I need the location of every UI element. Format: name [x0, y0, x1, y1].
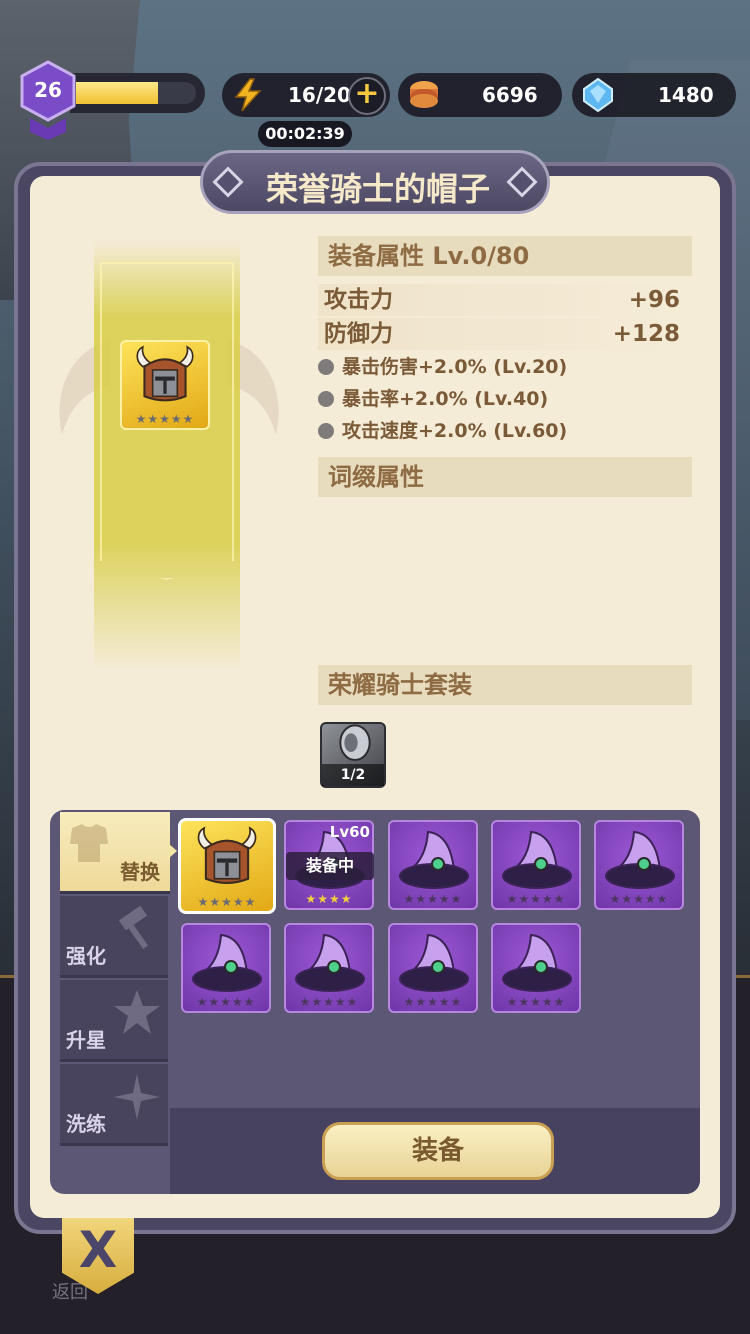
bonus-text: 暴击率+2.0% (Lv.40): [342, 388, 549, 410]
equip-attributes-header: 装备属性 Lv.0/80: [318, 236, 692, 276]
wizard-hat-icon: [295, 933, 365, 992]
inventory-slot-equipped[interactable]: Lv60 装备中 ★★★★: [284, 820, 374, 910]
side-tab-bar: 替换 强化 升星 洗练: [60, 812, 170, 1182]
star-icon: [114, 990, 160, 1034]
equipped-level: Lv60: [329, 823, 370, 841]
bonus-row: 暴击率+2.0% (Lv.40): [318, 384, 548, 414]
stat-label: 防御力: [324, 321, 393, 347]
energy-timer: 00:02:39: [258, 121, 352, 147]
gold-value: 6696: [482, 83, 538, 107]
tab-replace[interactable]: 替换: [60, 812, 170, 894]
item-star-rating: ★★★★★: [135, 412, 195, 426]
slot-star-rating: ★★★★★: [403, 892, 463, 906]
tab-label: 洗练: [66, 1112, 106, 1136]
stat-value: +96: [628, 287, 680, 313]
wizard-hat-icon: [502, 933, 572, 992]
tab-label: 替换: [120, 860, 160, 884]
bonus-text: 攻击速度+2.0% (Lv.60): [342, 420, 568, 442]
bonus-text: 暴击伤害+2.0% (Lv.20): [342, 356, 568, 378]
stat-row-attack: 攻击力 +96: [318, 284, 686, 316]
top-bar: 26 16/20 + 00:02:39 6696 1480: [0, 0, 750, 150]
add-energy-button[interactable]: +: [348, 77, 386, 115]
affix-attributes-header: 词缀属性: [318, 457, 692, 497]
wizard-hat-icon: [399, 830, 469, 889]
player-level: 26: [34, 78, 62, 102]
slot-star-rating: ★★★★★: [299, 995, 359, 1009]
wizard-hat-icon: [399, 933, 469, 992]
inventory-slot[interactable]: ★★★★★: [284, 923, 374, 1013]
close-icon: X: [78, 1221, 118, 1279]
inventory-slot[interactable]: ★★★★★: [388, 820, 478, 910]
sparkle-icon: [114, 1074, 160, 1120]
bullet-icon: [318, 391, 334, 407]
set-piece-count: 1/2: [322, 764, 384, 786]
wizard-hat-icon: [502, 830, 572, 889]
equipped-badge: 装备中: [286, 852, 374, 880]
energy-value: 16/20: [288, 83, 351, 107]
tab-reforge[interactable]: 洗练: [60, 1064, 168, 1146]
tab-star-up[interactable]: 升星: [60, 980, 168, 1062]
active-tab-indicator: [168, 843, 177, 859]
stat-value: +128: [612, 321, 680, 347]
lightning-icon: [234, 78, 262, 112]
xp-fill: [76, 82, 158, 104]
bonus-row: 暴击伤害+2.0% (Lv.20): [318, 352, 567, 382]
inventory-slot[interactable]: ★★★★★: [491, 820, 581, 910]
item-name: 荣誉骑士的帽子: [265, 170, 490, 208]
bonus-row: 攻击速度+2.0% (Lv.60): [318, 416, 567, 446]
inventory-slot[interactable]: ★★★★★: [491, 923, 581, 1013]
gem-counter: 1480: [572, 73, 736, 117]
set-piece-icon[interactable]: 1/2: [320, 722, 386, 788]
selected-item-icon: ★★★★★: [120, 340, 210, 430]
horned-helmet-icon: [136, 345, 194, 402]
shield-icon: [339, 724, 371, 761]
armor-icon: [70, 824, 108, 862]
tab-enhance[interactable]: 强化: [60, 896, 168, 978]
stat-label: 攻击力: [324, 287, 393, 313]
tab-label: 升星: [66, 1028, 106, 1052]
inventory-slot[interactable]: ★★★★★: [388, 923, 478, 1013]
inventory-slot[interactable]: ★★★★★: [181, 923, 271, 1013]
hammer-icon: [118, 905, 149, 950]
inventory-slot-selected[interactable]: ★★★★★: [178, 818, 276, 914]
xp-bar: [70, 73, 205, 113]
slot-star-rating: ★★★★★: [506, 892, 566, 906]
bullet-icon: [318, 423, 334, 439]
slot-star-rating: ★★★★★: [506, 995, 566, 1009]
inventory-slot[interactable]: ★★★★★: [594, 820, 684, 910]
gem-value: 1480: [658, 83, 714, 107]
set-header: 荣耀骑士套装: [318, 665, 692, 705]
player-level-badge[interactable]: 26: [18, 60, 78, 140]
slot-star-rating: ★★★★★: [197, 895, 257, 909]
wizard-hat-icon: [192, 933, 262, 992]
slot-star-rating: ★★★★★: [609, 892, 669, 906]
tab-label: 强化: [66, 944, 106, 968]
wizard-hat-icon: [605, 830, 675, 889]
item-title-plate: 荣誉骑士的帽子: [200, 150, 550, 214]
slot-star-rating: ★★★★★: [403, 995, 463, 1009]
bullet-icon: [318, 359, 334, 375]
slot-star-rating: ★★★★★: [196, 995, 256, 1009]
coin-stack-icon: [410, 81, 438, 108]
slot-star-rating: ★★★★: [305, 892, 353, 906]
gold-counter: 6696: [398, 73, 562, 117]
horned-helmet-icon: [197, 826, 257, 885]
diamond-icon: [583, 77, 613, 113]
stat-row-defense: 防御力 +128: [318, 318, 686, 350]
equip-button[interactable]: 装备: [322, 1122, 554, 1180]
